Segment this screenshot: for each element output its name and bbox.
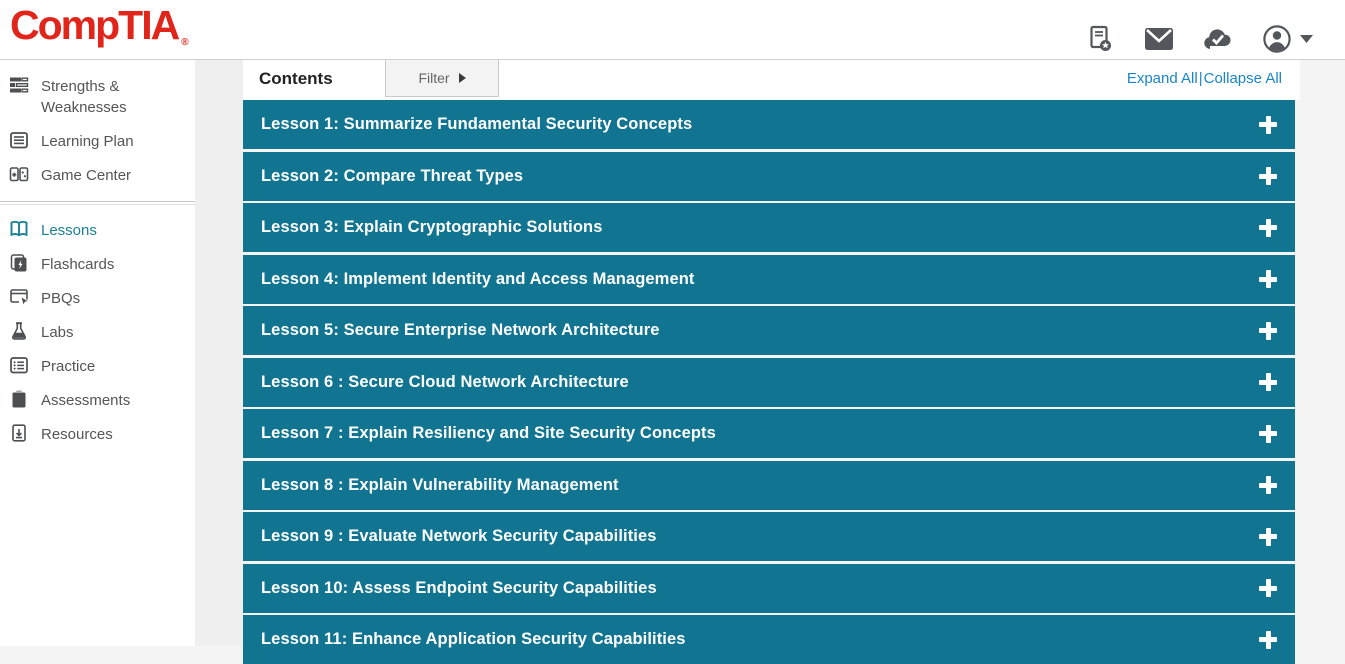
sidebar-item-strengths-weaknesses[interactable]: Strengths & Weaknesses — [0, 69, 195, 124]
lesson-accordion-row[interactable]: Lesson 9 : Evaluate Network Security Cap… — [243, 512, 1295, 561]
game-center-icon — [9, 164, 29, 184]
content-header: Contents Filter Expand All | Collapse Al… — [243, 60, 1300, 100]
profile-menu[interactable] — [1261, 24, 1313, 54]
expand-plus-icon[interactable] — [1259, 425, 1277, 443]
lessons-icon — [9, 219, 29, 239]
expand-plus-icon[interactable] — [1259, 373, 1277, 391]
lesson-title: Lesson 10: Assess Endpoint Security Capa… — [261, 579, 657, 598]
expand-plus-icon[interactable] — [1259, 322, 1277, 340]
lesson-accordion-row[interactable]: Lesson 6 : Secure Cloud Network Architec… — [243, 358, 1295, 407]
expand-plus-icon[interactable] — [1259, 528, 1277, 546]
sidebar-item-label: Flashcards — [41, 253, 114, 275]
lesson-title: Lesson 1: Summarize Fundamental Security… — [261, 115, 692, 134]
lesson-accordion-list: Lesson 1: Summarize Fundamental Security… — [243, 100, 1295, 664]
resources-icon — [9, 423, 29, 443]
sidebar-item-label: Resources — [41, 423, 113, 445]
sidebar-item-pbqs[interactable]: PBQs — [0, 281, 195, 315]
lesson-accordion-row[interactable]: Lesson 4: Implement Identity and Access … — [243, 255, 1295, 304]
lesson-accordion-row[interactable]: Lesson 1: Summarize Fundamental Security… — [243, 100, 1295, 149]
sidebar-item-label: Strengths & Weaknesses — [41, 75, 181, 118]
practice-icon — [9, 355, 29, 375]
strengths-weaknesses-icon — [9, 75, 29, 95]
sidebar-item-practice[interactable]: Practice — [0, 349, 195, 383]
sidebar-item-labs[interactable]: Labs — [0, 315, 195, 349]
sidebar-content-gap — [195, 60, 243, 646]
comptia-logo[interactable]: CompTIA® — [10, 2, 186, 49]
expand-all-link[interactable]: Expand All — [1127, 70, 1198, 87]
lesson-title: Lesson 11: Enhance Application Security … — [261, 630, 686, 649]
expand-plus-icon[interactable] — [1259, 167, 1277, 185]
sidebar-item-assessments[interactable]: Assessments — [0, 383, 195, 417]
learning-plan-icon — [9, 130, 29, 150]
mail-icon[interactable] — [1143, 24, 1175, 54]
sidebar-divider — [0, 201, 195, 205]
lesson-accordion-row[interactable]: Lesson 11: Enhance Application Security … — [243, 615, 1295, 664]
lesson-title: Lesson 9 : Evaluate Network Security Cap… — [261, 527, 657, 546]
header-icon-group — [1084, 24, 1313, 54]
filter-button[interactable]: Filter — [385, 60, 499, 97]
expand-plus-icon[interactable] — [1259, 116, 1277, 134]
sidebar-item-game-center[interactable]: Game Center — [0, 158, 195, 192]
flashcards-icon — [9, 253, 29, 273]
pbqs-icon — [9, 287, 29, 307]
sidebar-item-label: Labs — [41, 321, 74, 343]
sidebar-item-learning-plan[interactable]: Learning Plan — [0, 124, 195, 158]
lesson-accordion-row[interactable]: Lesson 3: Explain Cryptographic Solution… — [243, 203, 1295, 252]
profile-icon[interactable] — [1261, 24, 1293, 54]
lessons-content-panel: Contents Filter Expand All | Collapse Al… — [243, 60, 1300, 646]
sidebar-item-label: Assessments — [41, 389, 130, 411]
expand-plus-icon[interactable] — [1259, 270, 1277, 288]
lesson-title: Lesson 8 : Explain Vulnerability Managem… — [261, 476, 619, 495]
expand-plus-icon[interactable] — [1259, 579, 1277, 597]
lesson-accordion-row[interactable]: Lesson 5: Secure Enterprise Network Arch… — [243, 306, 1295, 355]
assessments-icon — [9, 389, 29, 409]
lesson-accordion-row[interactable]: Lesson 10: Assess Endpoint Security Capa… — [243, 564, 1295, 613]
cloud-check-icon[interactable] — [1202, 24, 1234, 54]
lesson-title: Lesson 2: Compare Threat Types — [261, 167, 523, 186]
expand-plus-icon[interactable] — [1259, 476, 1277, 494]
sidebar-item-label: Game Center — [41, 164, 131, 186]
expand-collapse-controls: Expand All | Collapse All — [1127, 70, 1282, 87]
lesson-title: Lesson 7 : Explain Resiliency and Site S… — [261, 424, 716, 443]
sidebar-item-resources[interactable]: Resources — [0, 417, 195, 451]
sidebar-item-label: Learning Plan — [41, 130, 134, 152]
collapse-all-link[interactable]: Collapse All — [1204, 70, 1282, 87]
sidebar-item-flashcards[interactable]: Flashcards — [0, 247, 195, 281]
sidebar-item-label: PBQs — [41, 287, 80, 309]
lesson-accordion-row[interactable]: Lesson 8 : Explain Vulnerability Managem… — [243, 461, 1295, 510]
registered-mark: ® — [181, 37, 188, 48]
sidebar-item-label: Lessons — [41, 219, 97, 241]
filter-button-label: Filter — [418, 70, 449, 86]
labs-icon — [9, 321, 29, 341]
report-icon[interactable] — [1084, 24, 1116, 54]
sidebar-nav: Strengths & Weaknesses Learning Plan Gam — [0, 60, 195, 646]
lesson-title: Lesson 6 : Secure Cloud Network Architec… — [261, 373, 629, 392]
lesson-title: Lesson 5: Secure Enterprise Network Arch… — [261, 321, 660, 340]
sidebar-item-lessons[interactable]: Lessons — [0, 213, 195, 247]
expand-plus-icon[interactable] — [1259, 219, 1277, 237]
sidebar-item-label: Practice — [41, 355, 95, 377]
lesson-accordion-row[interactable]: Lesson 7 : Explain Resiliency and Site S… — [243, 409, 1295, 458]
lesson-accordion-row[interactable]: Lesson 2: Compare Threat Types — [243, 152, 1295, 201]
lesson-title: Lesson 4: Implement Identity and Access … — [261, 270, 695, 289]
caret-down-icon[interactable] — [1300, 30, 1313, 48]
page-title: Contents — [259, 69, 333, 89]
lesson-title: Lesson 3: Explain Cryptographic Solution… — [261, 218, 602, 237]
top-header-bar: CompTIA® — [0, 0, 1345, 60]
filter-caret-icon — [459, 73, 466, 83]
link-separator: | — [1199, 70, 1203, 87]
